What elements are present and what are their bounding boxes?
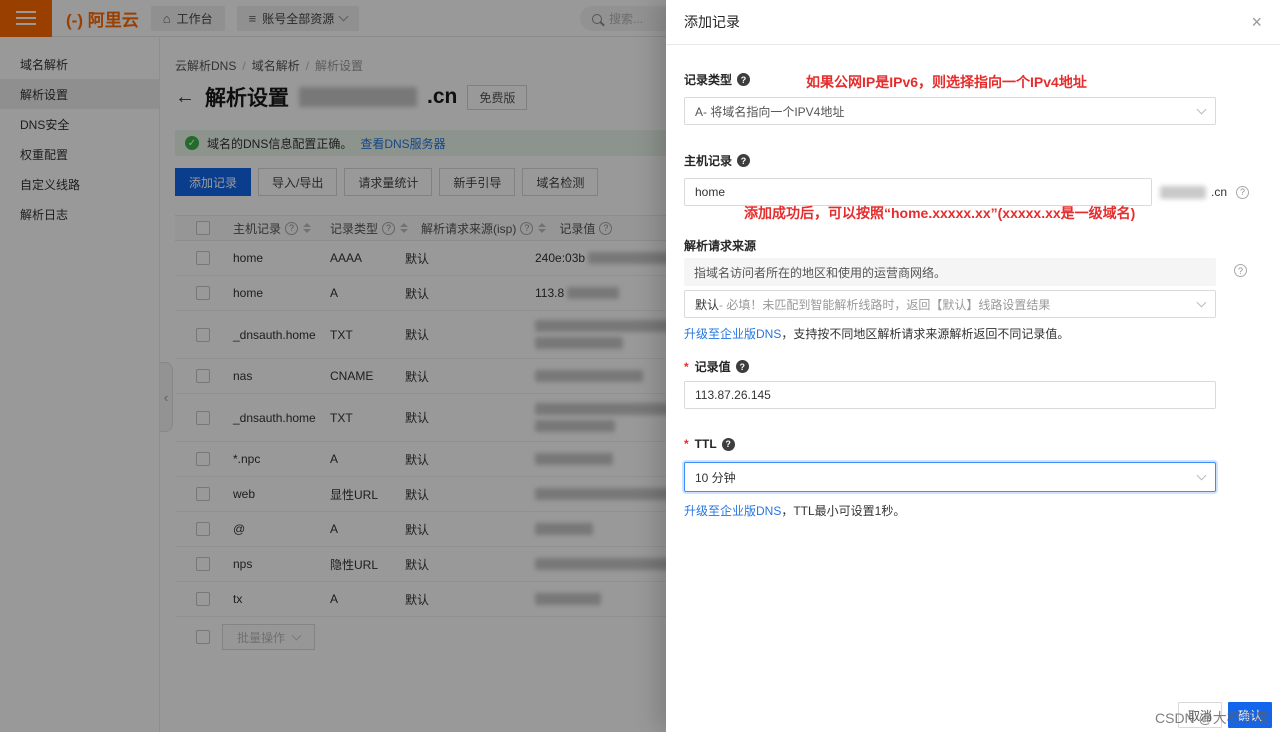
line-label-row: 解析请求来源 <box>684 237 756 254</box>
add-record-drawer: 添加记录 × 记录类型 ? 如果公网IP是IPv6，则选择指向一个IPv4地址 … <box>666 0 1280 732</box>
line-info-box: 指域名访问者所在的地区和使用的运营商网络。 <box>684 258 1216 286</box>
help-icon[interactable]: ? <box>722 438 735 451</box>
line-value-main: 默认 <box>695 296 719 313</box>
upgrade-dns-link[interactable]: 升级至企业版DNS <box>684 327 781 341</box>
host-record-input-wrap <box>684 178 1152 206</box>
help-icon[interactable]: ? <box>737 73 750 86</box>
chevron-down-icon <box>1197 470 1207 480</box>
line-upgrade-rest: ，支持按不同地区解析请求来源解析返回不同记录值。 <box>781 327 1069 341</box>
required-mark: * <box>684 360 689 374</box>
record-value-label: 记录值 <box>695 358 731 375</box>
line-select[interactable]: 默认 - 必填！未匹配到智能解析线路时，返回【默认】线路设置结果 <box>684 290 1216 318</box>
record-value-input-wrap <box>684 381 1216 409</box>
help-icon[interactable]: ? <box>737 154 750 167</box>
host-domain-suffix: .cn ? <box>1160 185 1249 199</box>
required-mark: * <box>684 437 689 451</box>
host-record-input[interactable] <box>695 185 1141 199</box>
annotation-record-type: 如果公网IP是IPv6，则选择指向一个IPv4地址 <box>806 72 1087 92</box>
record-type-label-row: 记录类型 ? <box>684 71 750 88</box>
ttl-select[interactable]: 10 分钟 <box>684 462 1216 492</box>
record-value-input[interactable] <box>695 388 1205 402</box>
line-value-rest: - 必填！未匹配到智能解析线路时，返回【默认】线路设置结果 <box>719 296 1050 313</box>
ttl-label-row: * TTL ? <box>684 437 735 451</box>
help-circle-icon[interactable]: ? <box>1236 186 1249 199</box>
annotation-host-record: 添加成功后，可以按照“home.xxxxx.xx”(xxxxx.xx是一级域名) <box>744 203 1135 223</box>
line-upgrade-row: 升级至企业版DNS，支持按不同地区解析请求来源解析返回不同记录值。 <box>684 325 1069 342</box>
help-circle-icon[interactable]: ? <box>1234 264 1247 277</box>
record-type-value: A- 将域名指向一个IPV4地址 <box>695 103 844 120</box>
drawer-header: 添加记录 × <box>666 0 1280 45</box>
close-icon[interactable]: × <box>1251 13 1262 31</box>
help-icon[interactable]: ? <box>736 360 749 373</box>
chevron-down-icon <box>1197 297 1207 307</box>
ttl-value: 10 分钟 <box>695 469 736 486</box>
line-label: 解析请求来源 <box>684 237 756 254</box>
record-type-label: 记录类型 <box>684 71 732 88</box>
app-root: (-) 阿里云 ⌂ 工作台 ≡ 账号全部资源 域名解析解析设置DNS安全权重配置… <box>0 0 1280 732</box>
record-type-select[interactable]: A- 将域名指向一个IPV4地址 <box>684 97 1216 125</box>
overlay-mask[interactable] <box>0 0 666 732</box>
blurred-domain <box>1160 186 1206 199</box>
ttl-upgrade-row: 升级至企业版DNS，TTL最小可设置1秒。 <box>684 502 905 519</box>
ttl-upgrade-rest: ，TTL最小可设置1秒。 <box>781 504 905 518</box>
confirm-button[interactable]: 确认 <box>1228 702 1272 728</box>
record-value-label-row: * 记录值 ? <box>684 358 749 375</box>
host-record-label: 主机记录 <box>684 152 732 169</box>
upgrade-dns-link[interactable]: 升级至企业版DNS <box>684 504 781 518</box>
chevron-down-icon <box>1197 104 1207 114</box>
line-info-text: 指域名访问者所在的地区和使用的运营商网络。 <box>694 264 946 281</box>
drawer-title: 添加记录 <box>684 12 740 32</box>
ttl-label: TTL <box>695 437 717 451</box>
domain-suffix-text: .cn <box>1211 185 1227 199</box>
host-record-label-row: 主机记录 ? <box>684 152 750 169</box>
cancel-button[interactable]: 取消 <box>1178 702 1222 728</box>
